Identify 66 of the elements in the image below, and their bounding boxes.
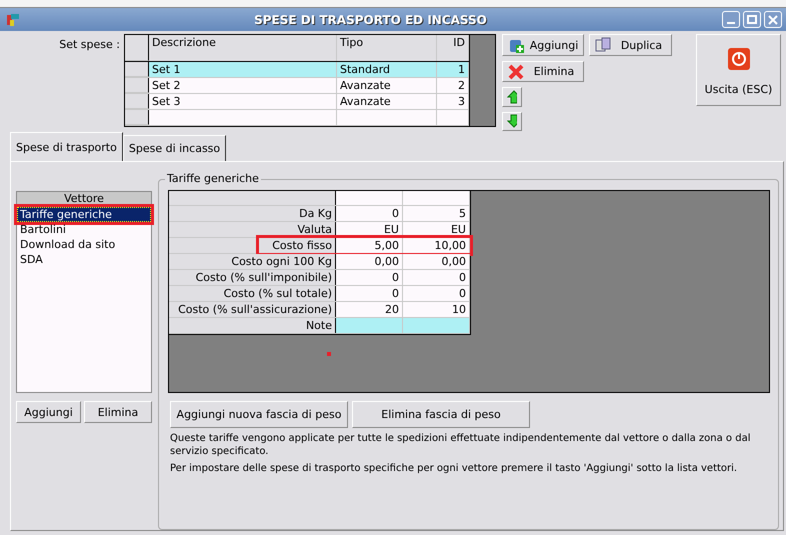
x-icon (507, 62, 525, 81)
window-title: SPESE DI TRASPORTO ED INCASSO (253, 12, 488, 26)
table-cell[interactable]: 5 (403, 206, 470, 221)
table-cell[interactable]: 10,00 (403, 238, 470, 253)
table-cell[interactable]: 0 (403, 286, 470, 301)
table-row[interactable]: Set 1 Standard 1 (125, 62, 469, 78)
table-cell: Avanzate (337, 94, 437, 110)
power-icon (728, 48, 750, 70)
column-header: Descrizione (149, 35, 337, 62)
minimize-button[interactable] (722, 11, 740, 28)
close-button[interactable] (764, 11, 782, 28)
row-label: Costo ogni 100 Kg (169, 254, 336, 269)
table-cell: Set 1 (149, 62, 337, 78)
row-label: Costo fisso (259, 238, 336, 253)
row-label: Valuta (169, 222, 336, 237)
delete-carrier-button[interactable]: Elimina (84, 401, 152, 423)
table-row[interactable]: Set 3 Avanzate 3 (125, 94, 469, 110)
close-icon (768, 14, 778, 24)
table-cell[interactable]: 0 (336, 286, 403, 301)
table-cell[interactable]: 20 (336, 302, 403, 317)
table-cell[interactable]: 0 (336, 270, 403, 285)
delete-button[interactable]: Elimina (502, 61, 584, 82)
down-arrow-icon (507, 114, 517, 128)
move-up-button[interactable] (502, 87, 522, 107)
table-cell[interactable]: 0 (336, 206, 403, 221)
table-cell[interactable]: 0,00 (336, 254, 403, 269)
table-cell: Avanzate (337, 78, 437, 94)
table-cell: Set 3 (149, 94, 337, 110)
table-cell[interactable] (336, 318, 403, 333)
row-label: Costo (% sull'imponibile) (169, 270, 336, 285)
table-cell[interactable]: 10 (403, 302, 470, 317)
exit-button[interactable]: Uscita (ESC) (696, 34, 781, 106)
move-down-button[interactable] (502, 112, 522, 131)
list-item[interactable]: Bartolini (17, 222, 69, 237)
add-carrier-button[interactable]: Aggiungi (16, 401, 81, 423)
table-cell: Set 2 (149, 78, 337, 94)
info-text: Queste tariffe vengono applicate per tutte le spedizioni effettuate indipendentemente dal vettore o dalla zona o dal servizio specificato. (170, 432, 752, 458)
info-text: Per impostare delle spese di trasporto specifiche per ogni vettore premere il tasto 'Aggiungi' sotto la lista vettori. (170, 462, 738, 475)
tab[interactable]: Spese di trasporto (10, 132, 123, 161)
table-cell[interactable]: 0 (403, 270, 470, 285)
empty-row[interactable] (125, 110, 469, 126)
maximize-icon (747, 14, 757, 24)
table-cell[interactable]: 5,00 (336, 238, 403, 253)
table-cell[interactable]: 0,00 (403, 254, 470, 269)
column-header: Tipo (337, 35, 437, 62)
copy-icon (594, 36, 612, 54)
add-button[interactable]: Aggiungi (502, 34, 584, 56)
list-item[interactable]: Tariffe generiche (17, 207, 151, 222)
list-item[interactable]: SDA (17, 252, 46, 267)
maximize-button[interactable] (743, 11, 761, 28)
row-label: Costo (% sul totale) (169, 286, 336, 301)
row-label: Da Kg (169, 206, 336, 221)
delete-band-button[interactable]: Elimina fascia di peso (352, 401, 530, 428)
tab[interactable]: Spese di incasso (122, 135, 226, 161)
list-item[interactable]: Download da sito (17, 237, 118, 252)
duplicate-button[interactable]: Duplica (589, 34, 672, 56)
table-cell[interactable] (403, 318, 470, 333)
table-row[interactable]: Set 2 Avanzate 2 (125, 78, 469, 94)
row-label: Note (169, 318, 336, 333)
row-label: Costo (% sull'assicurazione) (169, 302, 336, 317)
table-cell: Standard (337, 62, 437, 78)
up-arrow-icon (507, 90, 517, 104)
add-band-button[interactable]: Aggiungi nuova fascia di peso (170, 401, 348, 428)
minimize-icon (727, 22, 735, 24)
set-spese-label: Set spese : (58, 37, 121, 53)
group-title: Tariffe generiche (165, 172, 261, 185)
